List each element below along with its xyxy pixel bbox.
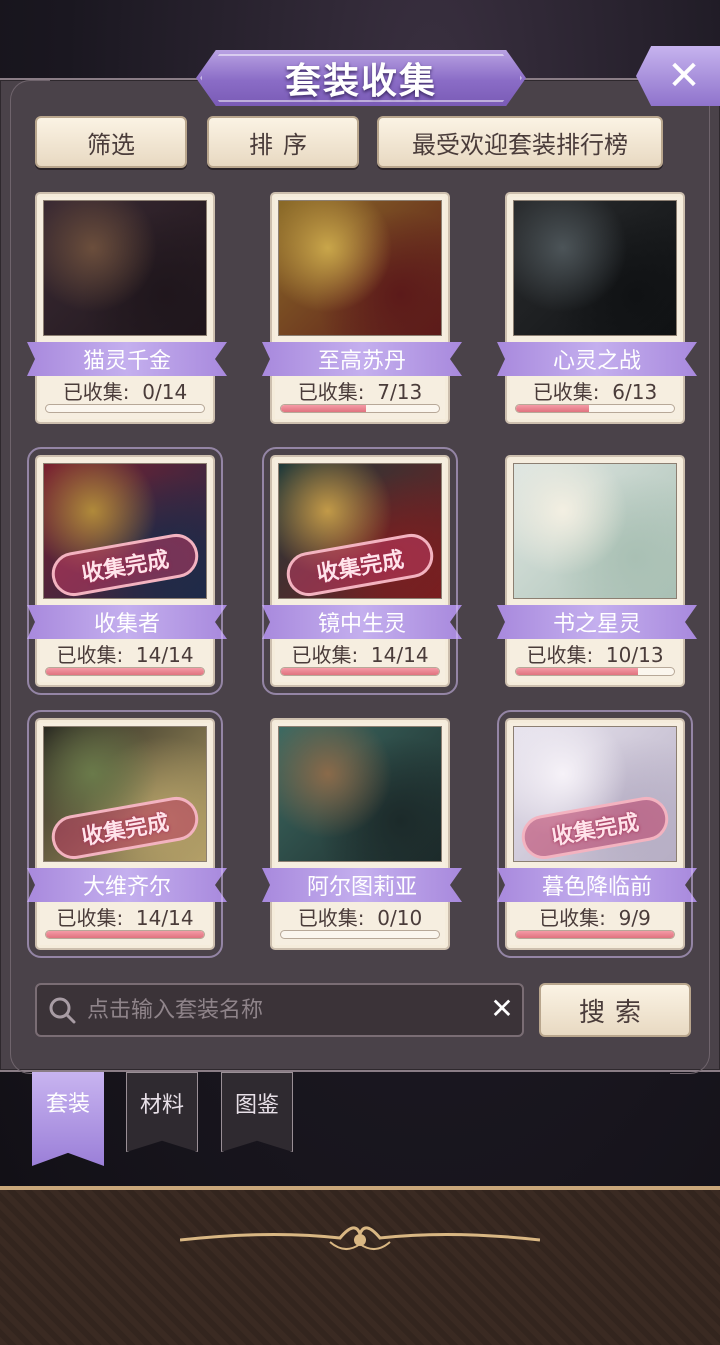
suit-count: 已收集: 6/13 [532,380,658,404]
suit-count: 已收集: 9/9 [539,906,651,930]
suit-count: 已收集: 10/13 [526,643,664,667]
suit-card[interactable]: 猫灵千金已收集: 0/14 [27,192,227,424]
clear-icon[interactable]: ✕ [487,994,517,1024]
ornament-icon [180,1226,540,1250]
close-icon: ✕ [667,53,701,99]
suit-name: 书之星灵 [497,605,697,639]
suit-count: 已收集: 14/14 [56,906,194,930]
suit-count: 已收集: 7/13 [297,380,423,404]
progress-bar [515,404,675,413]
suit-count: 已收集: 0/14 [62,380,188,404]
search-icon [49,997,76,1024]
suit-name: 猫灵千金 [27,342,227,376]
suit-artwork [278,726,442,862]
ranking-button[interactable]: 最受欢迎套装排行榜 [377,116,663,168]
suit-count: 已收集: 0/10 [297,906,423,930]
suit-card[interactable]: 收集完成 收集者 已收集: 14/14 [27,447,227,695]
progress-fill [516,931,674,938]
suit-count: 已收集: 14/14 [56,643,194,667]
progress-bar [280,404,440,413]
search-box[interactable]: ✕ [35,983,524,1037]
suit-card[interactable]: 阿尔图莉亚已收集: 0/10 [262,718,462,950]
progress-fill [516,405,589,412]
suit-name: 至高苏丹 [262,342,462,376]
progress-bar [45,404,205,413]
suit-name: 收集者 [27,605,227,639]
suit-artwork [278,200,442,336]
progress-fill [281,668,439,675]
suit-name: 大维齐尔 [27,868,227,902]
search-input[interactable] [87,991,477,1029]
progress-bar [515,667,675,676]
progress-bar [280,930,440,939]
tab-suits[interactable]: 套装 [32,1072,104,1166]
progress-bar [280,667,440,676]
suit-card[interactable]: 收集完成 镜中生灵 已收集: 14/14 [262,447,462,695]
suit-name: 心灵之战 [497,342,697,376]
tab-catalog[interactable]: 图鉴 [221,1072,293,1152]
filter-button[interactable]: 筛选 [35,116,187,168]
progress-fill [46,931,204,938]
close-button[interactable]: ✕ [636,46,720,106]
progress-fill [281,405,367,412]
suit-name: 暮色降临前 [497,868,697,902]
suit-artwork [513,463,677,599]
page-title: 套装收集 [284,60,437,102]
footer-bar [0,1186,720,1345]
suit-name: 镜中生灵 [262,605,462,639]
progress-fill [516,668,638,675]
suit-artwork [43,200,207,336]
suit-count: 已收集: 14/14 [291,643,429,667]
progress-bar [45,930,205,939]
suit-card[interactable]: 书之星灵已收集: 10/13 [497,455,697,687]
suit-card[interactable]: 心灵之战已收集: 6/13 [497,192,697,424]
suit-card[interactable]: 收集完成 大维齐尔 已收集: 14/14 [27,710,227,958]
progress-bar [45,667,205,676]
search-button[interactable]: 搜索 [539,983,691,1037]
suit-artwork [513,200,677,336]
tab-materials[interactable]: 材料 [126,1072,198,1152]
title-banner: 套装收集 [196,50,526,106]
suit-name: 阿尔图莉亚 [262,868,462,902]
progress-bar [515,930,675,939]
suit-card[interactable]: 收集完成 暮色降临前 已收集: 9/9 [497,710,697,958]
sort-button[interactable]: 排序 [207,116,359,168]
progress-fill [46,668,204,675]
suit-card[interactable]: 至高苏丹已收集: 7/13 [262,192,462,424]
